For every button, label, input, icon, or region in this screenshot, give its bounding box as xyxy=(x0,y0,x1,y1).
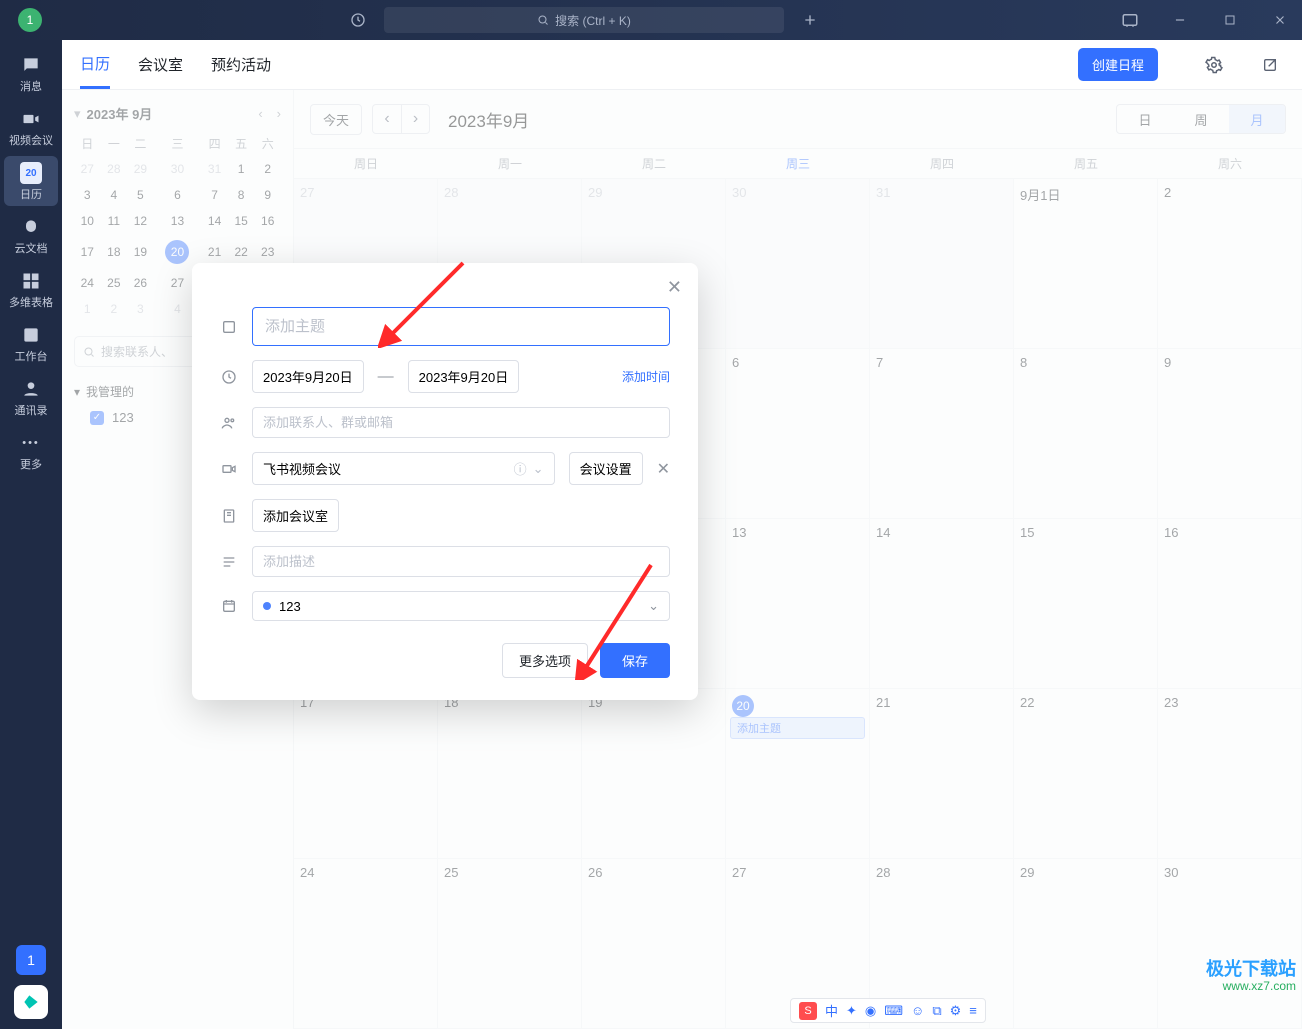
rail-video[interactable]: 视频会议 xyxy=(4,102,58,152)
history-icon[interactable] xyxy=(342,4,374,36)
create-event-modal: ✕ 2023年9月20日 — 2023年9月20日 添加时间 飞书视频会议 ⓘ⌄… xyxy=(192,263,698,700)
watermark: 极光下载站 www.xz7.com xyxy=(1206,960,1296,993)
rail-base[interactable]: 多维表格 xyxy=(4,264,58,314)
rail-bottom-badge[interactable]: 1 xyxy=(16,945,46,975)
avatar[interactable]: 1 xyxy=(18,8,42,32)
nav-rail: 消息 视频会议 20日历 云文档 多维表格 工作台 通讯录 •••更多 1 xyxy=(0,40,62,1029)
search-placeholder: 搜索 (Ctrl + K) xyxy=(555,12,631,29)
calendar-select[interactable]: 123⌄ xyxy=(252,591,670,621)
video-icon xyxy=(220,461,238,477)
rail-docs[interactable]: 云文档 xyxy=(4,210,58,260)
modal-close[interactable]: ✕ xyxy=(667,277,682,298)
desc-icon xyxy=(220,554,238,570)
meeting-select[interactable]: 飞书视频会议 ⓘ⌄ xyxy=(252,452,555,485)
invite-input[interactable] xyxy=(252,407,670,438)
ime-logo-icon: S xyxy=(799,1002,817,1020)
minimize-icon[interactable] xyxy=(1164,4,1196,36)
tab-room[interactable]: 会议室 xyxy=(138,40,183,89)
rail-app-icon[interactable] xyxy=(14,985,48,1019)
rail-contacts[interactable]: 通讯录 xyxy=(4,372,58,422)
people-icon xyxy=(220,415,238,431)
global-search[interactable]: 搜索 (Ctrl + K) xyxy=(384,7,784,33)
tabs: 日历 会议室 预约活动 创建日程 xyxy=(62,40,1302,90)
settings-icon[interactable] xyxy=(1200,51,1228,79)
add-room-button[interactable]: 添加会议室 xyxy=(252,499,339,532)
tab-booking[interactable]: 预约活动 xyxy=(211,40,271,89)
ime-bar: S 中 ✦◉⌨☺⧉⚙≡ xyxy=(790,998,986,1023)
date-dash: — xyxy=(378,368,394,386)
cal-icon xyxy=(220,598,238,614)
add-time-link[interactable]: 添加时间 xyxy=(622,368,670,385)
create-event-button[interactable]: 创建日程 xyxy=(1078,48,1158,81)
close-icon[interactable] xyxy=(1264,4,1296,36)
rail-messages[interactable]: 消息 xyxy=(4,48,58,98)
clock-icon xyxy=(220,369,238,385)
date-start[interactable]: 2023年9月20日 xyxy=(252,360,364,393)
description-input[interactable] xyxy=(252,546,670,577)
titlebar: 1 搜索 (Ctrl + K) xyxy=(0,0,1302,40)
popout-icon[interactable] xyxy=(1256,51,1284,79)
room-icon xyxy=(220,508,238,524)
tab-calendar[interactable]: 日历 xyxy=(80,40,110,89)
plus-icon[interactable] xyxy=(794,4,826,36)
event-title-input[interactable] xyxy=(252,307,670,346)
rail-calendar[interactable]: 20日历 xyxy=(4,156,58,206)
more-options-button[interactable]: 更多选项 xyxy=(502,643,588,678)
rail-workplace[interactable]: 工作台 xyxy=(4,318,58,368)
save-button[interactable]: 保存 xyxy=(600,643,670,678)
calendar-icon: 20 xyxy=(20,162,42,184)
rail-more[interactable]: •••更多 xyxy=(4,426,58,476)
remove-meeting[interactable]: ✕ xyxy=(657,459,670,479)
meeting-settings[interactable]: 会议设置 xyxy=(569,452,643,485)
date-end[interactable]: 2023年9月20日 xyxy=(408,360,520,393)
maximize-icon[interactable] xyxy=(1214,4,1246,36)
screenshot-icon[interactable] xyxy=(1114,4,1146,36)
title-icon xyxy=(220,319,238,335)
